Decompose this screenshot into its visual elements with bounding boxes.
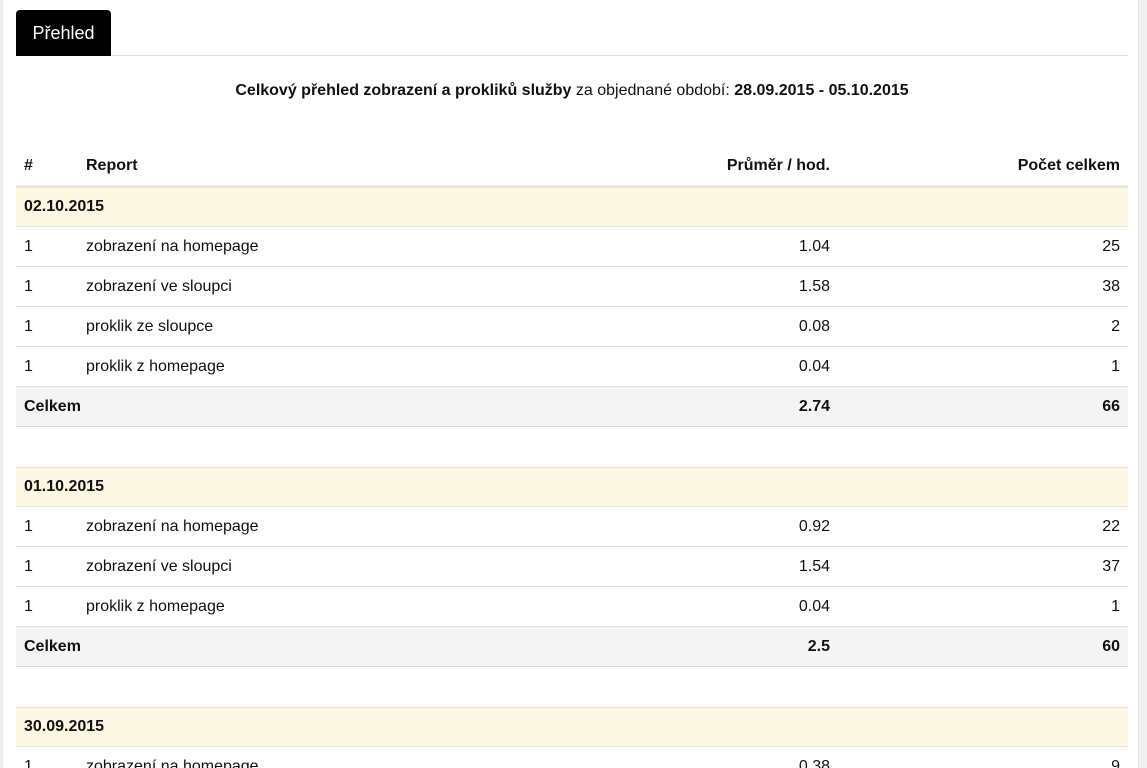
scrollbar-track[interactable] [1138,0,1147,768]
table-row: 1 zobrazení na homepage 0.38 9 [16,747,1128,768]
table-row: 1 proklik z homepage 0.04 1 [16,587,1128,627]
date-label: 30.09.2015 [24,718,105,735]
table-row: 1 zobrazení ve sloupci 1.58 38 [16,267,1128,307]
row-report: zobrazení na homepage [86,757,259,768]
group-gap [16,427,1128,467]
tab-bar: Přehled [16,10,1128,56]
row-report: zobrazení ve sloupci [86,557,232,575]
date-row: 30.09.2015 [16,707,1128,747]
row-report: zobrazení na homepage [86,517,259,535]
total-avg: 2.74 [798,397,830,415]
row-avg: 0.08 [798,317,830,335]
row-total: 1 [1111,597,1120,615]
total-avg: 2.5 [807,637,830,655]
row-total: 1 [1111,357,1120,375]
table-row: 1 zobrazení na homepage 1.04 25 [16,227,1128,267]
row-total: 2 [1111,317,1120,335]
row-report: proklik z homepage [86,357,225,375]
date-row: 02.10.2015 [16,187,1128,227]
row-avg: 1.58 [798,277,830,295]
total-label: Celkem [24,637,81,655]
summary-middle: za objednané období: [571,82,735,99]
row-avg: 1.04 [798,237,830,255]
summary-title: Celkový přehled zobrazení a prokliků slu… [235,82,572,99]
summary-line: Celkový přehled zobrazení a prokliků slu… [16,81,1128,101]
row-total: 38 [1102,277,1120,295]
table-row: 1 proklik z homepage 0.04 1 [16,347,1128,387]
row-avg: 0.04 [798,597,830,615]
header-report: Report [86,157,138,174]
table-row: 1 zobrazení ve sloupci 1.54 37 [16,547,1128,587]
date-label: 01.10.2015 [24,478,105,495]
total-row: Celkem 2.5 60 [16,627,1128,667]
row-num: 1 [24,597,33,615]
date-row: 01.10.2015 [16,467,1128,507]
row-num: 1 [24,757,33,768]
table-row: 1 zobrazení na homepage 0.92 22 [16,507,1128,547]
row-total: 37 [1102,557,1120,575]
row-report: proklik z homepage [86,597,225,615]
row-num: 1 [24,517,33,535]
total-count: 60 [1102,637,1120,655]
row-report: zobrazení na homepage [86,237,259,255]
date-label: 02.10.2015 [24,198,105,215]
table-header: # Report Průměr / hod. Počet celkem [16,147,1128,187]
row-num: 1 [24,557,33,575]
summary-period: 28.09.2015 - 05.10.2015 [734,82,909,99]
row-total: 22 [1102,517,1120,535]
main-content: Přehled Celkový přehled zobrazení a prok… [16,10,1128,768]
page: Přehled Celkový přehled zobrazení a prok… [0,0,1147,768]
row-num: 1 [24,317,33,335]
row-report: proklik ze sloupce [86,317,214,335]
total-label: Celkem [24,397,81,415]
left-border [0,0,3,768]
row-avg: 0.92 [798,517,830,535]
table-row: 1 proklik ze sloupce 0.08 2 [16,307,1128,347]
row-num: 1 [24,237,33,255]
row-avg: 0.38 [798,757,830,768]
row-num: 1 [24,357,33,375]
header-num: # [24,157,33,174]
row-avg: 1.54 [798,557,830,575]
header-total: Počet celkem [1017,157,1120,174]
row-num: 1 [24,277,33,295]
row-total: 25 [1102,237,1120,255]
group-gap [16,667,1128,707]
total-count: 66 [1102,397,1120,415]
total-row: Celkem 2.74 66 [16,387,1128,427]
header-avg: Průměr / hod. [726,157,830,174]
row-total: 9 [1111,757,1120,768]
row-avg: 0.04 [798,357,830,375]
row-report: zobrazení ve sloupci [86,277,232,295]
tab-prehled[interactable]: Přehled [16,10,111,56]
